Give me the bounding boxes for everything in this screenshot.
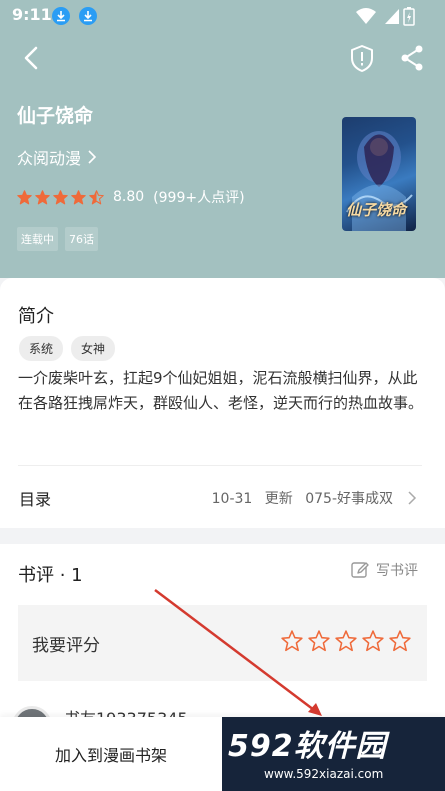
battery-icon (403, 7, 415, 26)
rating-score: 8.80 (113, 189, 145, 205)
publisher-link[interactable]: 众阅动漫 (17, 145, 97, 169)
star-icon (17, 189, 32, 204)
write-review-button[interactable]: 写书评 (350, 560, 418, 580)
download-notification-icon (52, 7, 70, 25)
add-to-shelf-button[interactable]: 加入到漫画书架 (0, 717, 222, 791)
update-word: 更新 (264, 491, 293, 507)
star-icon[interactable] (281, 630, 303, 652)
rate-box: 我要评分 (18, 605, 427, 681)
star-icon[interactable] (335, 630, 357, 652)
rate-label: 我要评分 (32, 636, 100, 656)
toc-latest-update: 10-31 更新 075-好事成双 (212, 488, 393, 508)
report-shield-icon[interactable] (344, 40, 380, 76)
bottom-action-bar: 加入到漫画书架 592软件园 www.592xiazai.com (0, 717, 445, 791)
watermark-url: www.592xiazai.com (264, 767, 384, 781)
update-date: 10-31 (211, 491, 253, 507)
download-notification-icon (79, 7, 97, 25)
chevron-right-icon (88, 150, 97, 164)
watermark-text: 592软件园 (228, 729, 387, 764)
star-icon[interactable] (362, 630, 384, 652)
status-time: 9:11 (12, 5, 52, 24)
latest-chapter: 075-好事成双 (305, 491, 393, 507)
comic-cover-image[interactable]: 仙子饶命 (342, 117, 416, 231)
table-of-contents-row[interactable]: 目录 10-31 更新 075-好事成双 (0, 468, 445, 526)
comic-title: 仙子饶命 (17, 105, 94, 127)
intro-description: 一介废柴叶玄，扛起9个仙妃姐姐，泥石流般横扫仙界，从此在各路狂拽屌炸天，群殴仙人… (18, 369, 424, 412)
star-icon[interactable] (308, 630, 330, 652)
serial-status-tag: 连载中 (17, 227, 58, 251)
rating-count: (999+人点评) (153, 190, 245, 206)
intro-heading: 简介 (18, 306, 54, 327)
signal-icon (385, 9, 399, 24)
star-icon (89, 189, 104, 204)
genre-chips: 系统 女神 (19, 336, 116, 361)
rating-stars (17, 189, 104, 205)
episode-count-tag: 76话 (65, 227, 98, 251)
back-arrow-icon[interactable] (14, 40, 50, 76)
genre-chip[interactable]: 女神 (71, 336, 116, 361)
top-bar (0, 38, 445, 82)
divider (18, 465, 422, 466)
toc-label: 目录 (19, 490, 52, 509)
rating-row: 8.80 (999+人点评) (17, 187, 245, 207)
edit-icon (351, 562, 369, 578)
star-icon (35, 189, 50, 204)
write-review-label: 写书评 (376, 563, 418, 579)
comic-header: 9:11 仙子饶命 众阅动漫 8.80 (999+人点评) 连载中 76话 仙子… (0, 0, 445, 278)
cover-title: 仙子饶命 (346, 201, 407, 219)
reviews-heading: 书评 · 1 (18, 565, 83, 586)
watermark-logo: 592软件园 www.592xiazai.com (222, 717, 445, 791)
star-icon (71, 189, 86, 204)
status-tags: 连载中 76话 (17, 227, 98, 251)
share-icon[interactable] (394, 40, 430, 76)
star-icon[interactable] (389, 630, 411, 652)
rate-stars (281, 630, 411, 652)
star-icon (53, 189, 68, 204)
status-bar: 9:11 (0, 0, 445, 30)
wifi-icon (356, 8, 376, 24)
publisher-name: 众阅动漫 (17, 149, 82, 168)
chevron-right-icon (408, 491, 417, 505)
genre-chip[interactable]: 系统 (19, 336, 64, 361)
